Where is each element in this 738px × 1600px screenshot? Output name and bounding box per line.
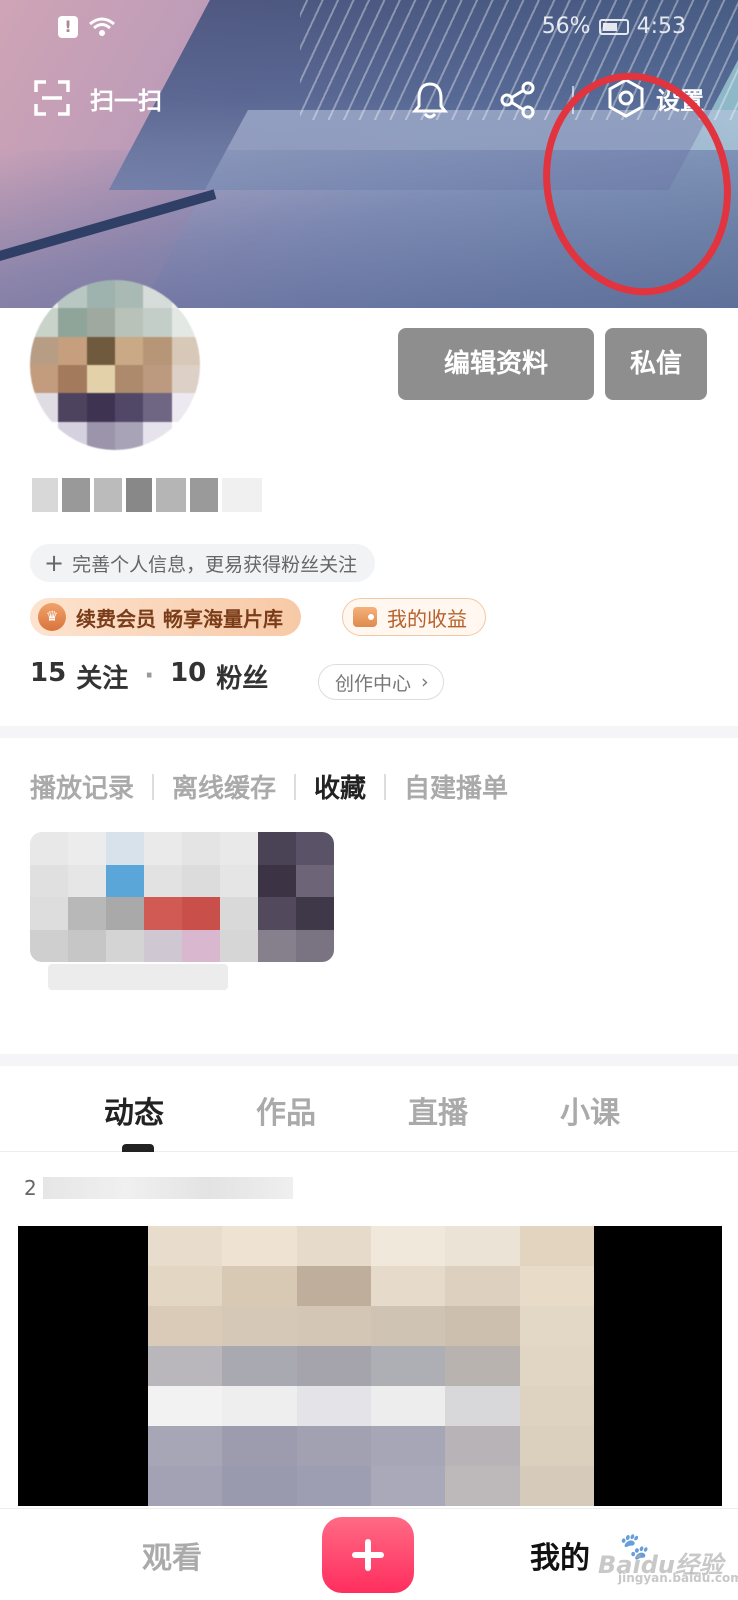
baidu-jingyan-watermark: 🐾 Baidu经验 jingyan.baidu.com xyxy=(578,1527,738,1597)
section-divider xyxy=(0,1054,738,1066)
tab-play-history[interactable]: 播放记录 xyxy=(30,768,134,805)
post-date-visible: 2 xyxy=(24,1176,37,1200)
post-media-image-blurred xyxy=(148,1226,594,1506)
edit-profile-button[interactable]: 编辑资料 xyxy=(398,328,594,400)
private-message-button[interactable]: 私信 xyxy=(605,328,707,400)
scan-label: 扫一扫 xyxy=(90,86,162,115)
follow-stats: 15 关注 · 10 粉丝 xyxy=(30,656,268,696)
add-button[interactable] xyxy=(322,1517,414,1593)
top-toolbar: 扫一扫 设置 xyxy=(0,55,738,308)
avatar[interactable] xyxy=(30,280,200,450)
tab-activity[interactable]: 动态 xyxy=(104,1088,164,1132)
post-date-blurred xyxy=(42,1177,293,1199)
scan-button[interactable]: 扫一扫 xyxy=(34,80,162,116)
following-label: 关注 xyxy=(76,663,129,694)
tab-offline-cache[interactable]: 离线缓存 xyxy=(172,768,276,805)
creator-center-label: 创作中心 xyxy=(335,672,412,695)
favorite-video-thumbnail[interactable] xyxy=(30,832,334,962)
header-banner: ! 56% 4:53 扫一扫 设置 xyxy=(0,0,738,308)
status-bar: ! 56% 4:53 xyxy=(0,12,738,46)
crown-icon: ♛ xyxy=(38,603,66,631)
following-stat[interactable]: 15 关注 xyxy=(30,658,128,695)
watermark-url: jingyan.baidu.com xyxy=(618,1571,738,1585)
post-date: 2 xyxy=(24,1176,293,1200)
tab-divider xyxy=(384,773,387,800)
plus-icon: + xyxy=(44,549,65,577)
content-tabs: 动态 作品 直播 小课 xyxy=(0,1066,738,1152)
alert-icon: ! xyxy=(58,16,78,38)
history-tabs: 播放记录 离线缓存 收藏 自建播单 xyxy=(30,768,508,805)
my-income-label: 我的收益 xyxy=(387,606,467,631)
tab-mini-course[interactable]: 小课 xyxy=(560,1088,620,1132)
vip-renew-label: 续费会员 畅享海量片库 xyxy=(76,606,283,631)
share-icon[interactable] xyxy=(496,78,540,122)
battery-icon xyxy=(598,18,629,35)
wallet-icon xyxy=(353,607,377,627)
bottom-navigation: 观看 我的 🐾 Baidu经验 jingyan.baidu.com xyxy=(0,1508,738,1600)
followers-stat[interactable]: 10 粉丝 xyxy=(170,658,268,695)
tab-live[interactable]: 直播 xyxy=(408,1088,468,1132)
tab-divider xyxy=(152,773,155,800)
stats-separator: · xyxy=(144,661,155,691)
my-income-chip[interactable]: 我的收益 xyxy=(342,598,486,636)
vip-renew-chip[interactable]: ♛ 续费会员 畅享海量片库 xyxy=(30,598,301,636)
following-count: 15 xyxy=(30,657,67,688)
username-blurred xyxy=(32,478,262,512)
tab-works[interactable]: 作品 xyxy=(256,1088,316,1132)
active-tab-indicator xyxy=(122,1144,154,1152)
bell-icon[interactable] xyxy=(408,78,452,122)
chevron-right-icon: › xyxy=(421,671,429,693)
complete-profile-chip[interactable]: + 完善个人信息，更易获得粉丝关注 xyxy=(30,544,376,582)
followers-count: 10 xyxy=(170,657,207,688)
clock: 4:53 xyxy=(636,14,686,39)
scan-icon xyxy=(34,80,70,116)
tab-favorites[interactable]: 收藏 xyxy=(314,768,366,805)
tab-custom-playlist[interactable]: 自建播单 xyxy=(404,768,508,805)
battery-percent: 56% xyxy=(541,14,591,39)
wifi-icon xyxy=(89,17,115,36)
favorite-video-title-blurred xyxy=(48,964,228,990)
post-media[interactable] xyxy=(18,1226,722,1506)
tab-divider xyxy=(294,773,297,800)
nav-watch[interactable]: 观看 xyxy=(142,1533,202,1577)
complete-profile-label: 完善个人信息，更易获得粉丝关注 xyxy=(72,553,358,576)
history-section: 播放记录 离线缓存 收藏 自建播单 xyxy=(0,738,738,1058)
section-divider xyxy=(0,726,738,738)
creator-center-button[interactable]: 创作中心 › xyxy=(318,664,444,700)
followers-label: 粉丝 xyxy=(216,663,269,694)
profile-card: 编辑资料 私信 + 完善个人信息，更易获得粉丝关注 ♛ 续费会员 畅享海量片库 … xyxy=(0,280,738,726)
